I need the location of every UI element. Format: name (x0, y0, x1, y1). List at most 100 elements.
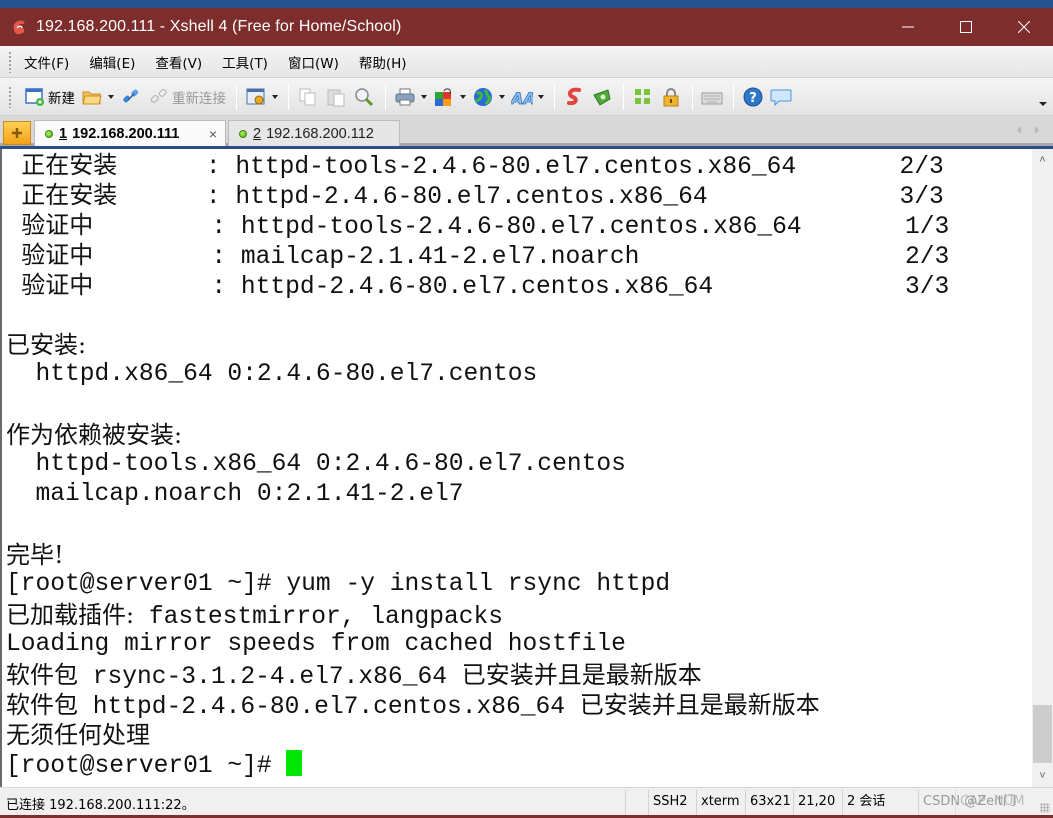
terminal-cjk-text: 正在安装 (6, 181, 118, 209)
terminal-line: 正在安装 : httpd-2.4.6-80.el7.centos.x86_64 … (6, 180, 944, 211)
lock-button[interactable] (660, 83, 682, 111)
minimize-button[interactable] (879, 8, 937, 46)
toolbar-overflow-arrow[interactable] (1039, 102, 1047, 106)
terminal-text: : httpd-2.4.6-80.el7.centos.x86_64 3/3 (93, 274, 950, 301)
fullscreen-button[interactable] (632, 83, 654, 111)
terminal-scrollbar[interactable]: ˄ ˅ (1032, 149, 1053, 787)
terminal-cjk-text: 作为依赖被安装: (6, 421, 183, 449)
new-tab-button[interactable] (3, 121, 31, 145)
encoding-dropdown-arrow[interactable] (499, 94, 505, 99)
status-bar: 已连接 192.168.200.111:22。 SSH2 xterm 63x21… (0, 787, 1053, 818)
find-button[interactable] (353, 83, 375, 111)
copy-button[interactable] (297, 83, 319, 111)
svg-text:?: ? (749, 91, 757, 106)
paste-button[interactable] (325, 83, 347, 111)
maximize-button[interactable] (937, 8, 995, 46)
encoding-button[interactable] (472, 83, 505, 111)
terminal-cjk-text: 软件包 (6, 691, 78, 719)
terminal-output[interactable]: 正在安装 : httpd-tools-2.4.6-80.el7.centos.x… (0, 149, 1032, 787)
terminal-text: httpd.x86_64 0:2.4.6-80.el7.centos (6, 361, 538, 388)
tab-close-icon[interactable]: × (209, 126, 217, 142)
tab-scroll-right-icon[interactable] (1035, 126, 1039, 134)
properties-dropdown-arrow[interactable] (272, 94, 278, 99)
font-icon: AA (511, 86, 533, 108)
terminal-line: 软件包 httpd-2.4.6-80.el7.centos.x86_64 已安装… (6, 690, 820, 721)
maximize-icon (960, 21, 972, 33)
toolbar-separator (385, 83, 386, 110)
print-dropdown-arrow[interactable] (421, 94, 427, 99)
scrollbar-thumb[interactable] (1033, 705, 1052, 763)
menu-bar: 文件(F) 编辑(E) 查看(V) 工具(T) 窗口(W) 帮助(H) (0, 46, 1053, 78)
close-button[interactable] (995, 8, 1053, 46)
terminal-line: 已加载插件: fastestmirror, langpacks (6, 600, 503, 631)
scroll-down-icon[interactable]: ˅ (1032, 767, 1053, 785)
new-session-button[interactable]: 新建 (24, 83, 75, 111)
terminal-line: 已安装: (6, 330, 86, 360)
terminal-line: mailcap.noarch 0:2.1.41-2.el7 (6, 480, 464, 510)
paste-icon (325, 86, 347, 108)
terminal-text: : httpd-tools-2.4.6-80.el7.centos.x86_64… (117, 154, 944, 181)
menu-help[interactable]: 帮助(H) (359, 52, 407, 72)
open-dropdown-arrow[interactable] (108, 94, 114, 99)
tab-label: 192.168.200.111 (72, 125, 180, 142)
reconnect-button[interactable]: 重新连接 (148, 83, 226, 111)
tab-number: 2 (253, 125, 262, 142)
desktop-background (0, 0, 1053, 8)
new-session-icon (24, 86, 46, 108)
terminal-cursor (286, 750, 303, 776)
terminal-line: 软件包 rsync-3.1.2-4.el7.x86_64 已安装并且是最新版本 (6, 660, 702, 691)
toolbar-grip[interactable] (8, 85, 12, 108)
terminal-type: xterm (696, 790, 744, 816)
menu-tools[interactable]: 工具(T) (222, 52, 268, 72)
xftp-icon (563, 86, 585, 108)
protocol-indicator: SSH2 (648, 790, 692, 816)
help-icon: ? (742, 86, 764, 108)
xshell-logo-icon (13, 20, 25, 35)
menubar-grip[interactable] (8, 50, 12, 73)
svg-text:AA: AA (511, 89, 533, 107)
session-tab-bar: 1 192.168.200.111 × 2 192.168.200.112 (0, 116, 1053, 146)
open-button[interactable] (81, 83, 114, 111)
connected-status-icon (45, 129, 53, 138)
font-dropdown-arrow[interactable] (538, 94, 544, 99)
title-bar[interactable]: 192.168.200.111 - Xshell 4 (Free for Hom… (0, 8, 1053, 46)
window-title: 192.168.200.111 - Xshell 4 (Free for Hom… (36, 18, 402, 35)
open-folder-icon (81, 86, 103, 108)
close-icon (1018, 21, 1030, 33)
keyboard-button[interactable] (701, 83, 723, 111)
chat-button[interactable] (770, 83, 792, 111)
terminal-text: httpd-2.4.6-80.el7.centos.x86_64 (78, 694, 580, 721)
reconnect-label: 重新连接 (172, 90, 226, 107)
resize-grip[interactable] (1040, 803, 1050, 813)
terminal-line: 正在安装 : httpd-tools-2.4.6-80.el7.centos.x… (6, 150, 944, 181)
terminal-line: 验证中 : httpd-tools-2.4.6-80.el7.centos.x8… (6, 210, 950, 241)
chat-icon (770, 86, 792, 108)
terminal-cjk-text: 完毕! (6, 541, 64, 569)
menu-file[interactable]: 文件(F) (24, 52, 69, 72)
color-scheme-button[interactable] (433, 83, 466, 111)
menu-edit[interactable]: 编辑(E) (89, 52, 135, 72)
tab-session-2[interactable]: 2 192.168.200.112 (228, 120, 400, 146)
terminal-cjk-text: 已安装: (6, 331, 87, 359)
help-button[interactable]: ? (742, 83, 764, 111)
xmanager-button[interactable] (591, 83, 613, 111)
terminal-text: mailcap.noarch 0:2.1.41-2.el7 (6, 481, 464, 508)
terminal-text: : httpd-tools-2.4.6-80.el7.centos.x86_64… (93, 214, 950, 241)
color-scheme-dropdown-arrow[interactable] (460, 94, 466, 99)
properties-button[interactable] (245, 83, 278, 111)
terminal-size: 63x21 (745, 790, 795, 816)
toolbar: 新建 重新连接 A ? (0, 78, 1053, 116)
keyboard-icon (701, 86, 723, 108)
scroll-up-icon[interactable]: ˄ (1032, 151, 1053, 169)
connect-button[interactable] (120, 83, 142, 111)
tab-scroll-left-icon[interactable] (1017, 126, 1021, 134)
toolbar-separator (236, 83, 237, 110)
find-icon (353, 86, 375, 108)
menu-view[interactable]: 查看(V) (155, 52, 202, 72)
xftp-button[interactable] (563, 83, 585, 111)
terminal-line: 无须任何处理 (6, 720, 150, 750)
print-button[interactable] (394, 83, 427, 111)
font-button[interactable]: AA (511, 83, 544, 111)
menu-window[interactable]: 窗口(W) (288, 52, 339, 72)
tab-session-1[interactable]: 1 192.168.200.111 × (34, 120, 226, 146)
